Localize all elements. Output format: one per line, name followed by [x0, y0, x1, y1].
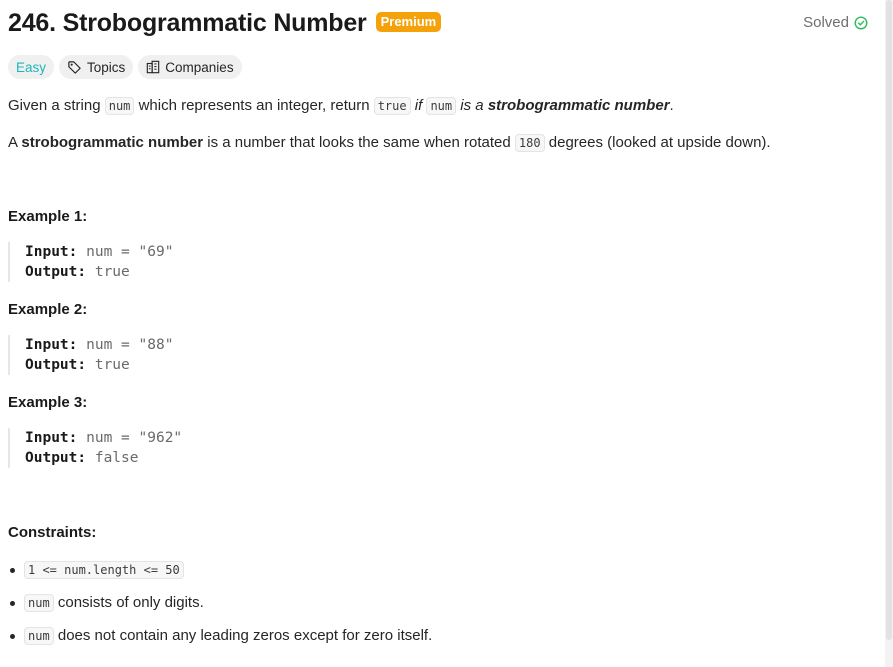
inline-code: 1 <= num.length <= 50: [24, 561, 184, 579]
text: is a: [456, 97, 488, 114]
text: which represents an integer, return: [134, 97, 374, 114]
companies-label: Companies: [165, 59, 234, 75]
output-value: true: [94, 357, 130, 373]
example-3-block: Input: num = "962" Output: false: [8, 428, 182, 468]
input-value: num = "962": [86, 430, 183, 446]
text: does not contain any leading zeros excep…: [53, 627, 433, 644]
check-circle-icon: [854, 16, 868, 29]
inline-code: true: [373, 97, 411, 115]
term-strobogrammatic: strobogrammatic number: [21, 134, 204, 151]
tag-icon: [68, 60, 81, 74]
title-row: 246. Strobogrammatic Number Premium: [8, 8, 442, 38]
output-label: Output:: [25, 450, 87, 466]
companies-icon: [147, 60, 160, 74]
topics-button[interactable]: Topics: [59, 55, 134, 79]
inline-code: num: [104, 97, 135, 115]
output-value: false: [94, 450, 139, 466]
scrollbar-thumb[interactable]: [886, 0, 892, 640]
example-2-block: Input: num = "88" Output: true: [8, 335, 173, 375]
example-2-heading: Example 2:: [8, 301, 88, 318]
example-1-heading: Example 1:: [8, 208, 88, 225]
text: consists of only digits.: [53, 594, 204, 611]
inline-code: num: [426, 97, 457, 115]
companies-button[interactable]: Companies: [138, 55, 242, 79]
input-label: Input:: [25, 337, 78, 353]
definition-paragraph: A strobogrammatic number is a number tha…: [8, 132, 771, 154]
problem-description: 246. Strobogrammatic Number Premium Solv…: [0, 0, 885, 667]
text: if: [410, 97, 427, 114]
input-value: num = "69": [86, 244, 174, 260]
inline-code: num: [24, 627, 54, 645]
solved-label: Solved: [803, 14, 849, 31]
tag-row: Easy Topics Companies: [8, 55, 242, 79]
text: .: [669, 97, 674, 114]
list-item: num does not contain any leading zeros e…: [8, 625, 432, 658]
text: is a number that looks the same when rot…: [203, 134, 515, 151]
inline-code: num: [24, 594, 54, 612]
text: A: [8, 134, 22, 151]
topics-label: Topics: [87, 59, 126, 75]
example-1-block: Input: num = "69" Output: true: [8, 242, 173, 282]
problem-title[interactable]: 246. Strobogrammatic Number: [8, 8, 367, 38]
output-value: true: [94, 264, 130, 280]
example-3-heading: Example 3:: [8, 394, 88, 411]
inline-code: 180: [514, 134, 545, 152]
difficulty-badge: Easy: [8, 55, 55, 79]
list-item: 1 <= num.length <= 50: [8, 559, 432, 592]
solved-status: Solved: [803, 14, 868, 31]
premium-badge[interactable]: Premium: [375, 12, 442, 32]
list-item: num consists of only digits.: [8, 592, 432, 625]
input-label: Input:: [25, 430, 78, 446]
text: degrees (looked at upside down).: [544, 134, 771, 151]
output-label: Output:: [25, 357, 87, 373]
output-label: Output:: [25, 264, 87, 280]
constraints-heading: Constraints:: [8, 524, 97, 541]
term-strobogrammatic: strobogrammatic number: [487, 97, 670, 114]
description-paragraph: Given a string num which represents an i…: [8, 95, 674, 117]
input-value: num = "88": [86, 337, 174, 353]
text: Given a string: [8, 97, 105, 114]
input-label: Input:: [25, 244, 78, 260]
constraints-list: 1 <= num.length <= 50 num consists of on…: [8, 559, 432, 658]
scrollbar[interactable]: [885, 0, 893, 667]
